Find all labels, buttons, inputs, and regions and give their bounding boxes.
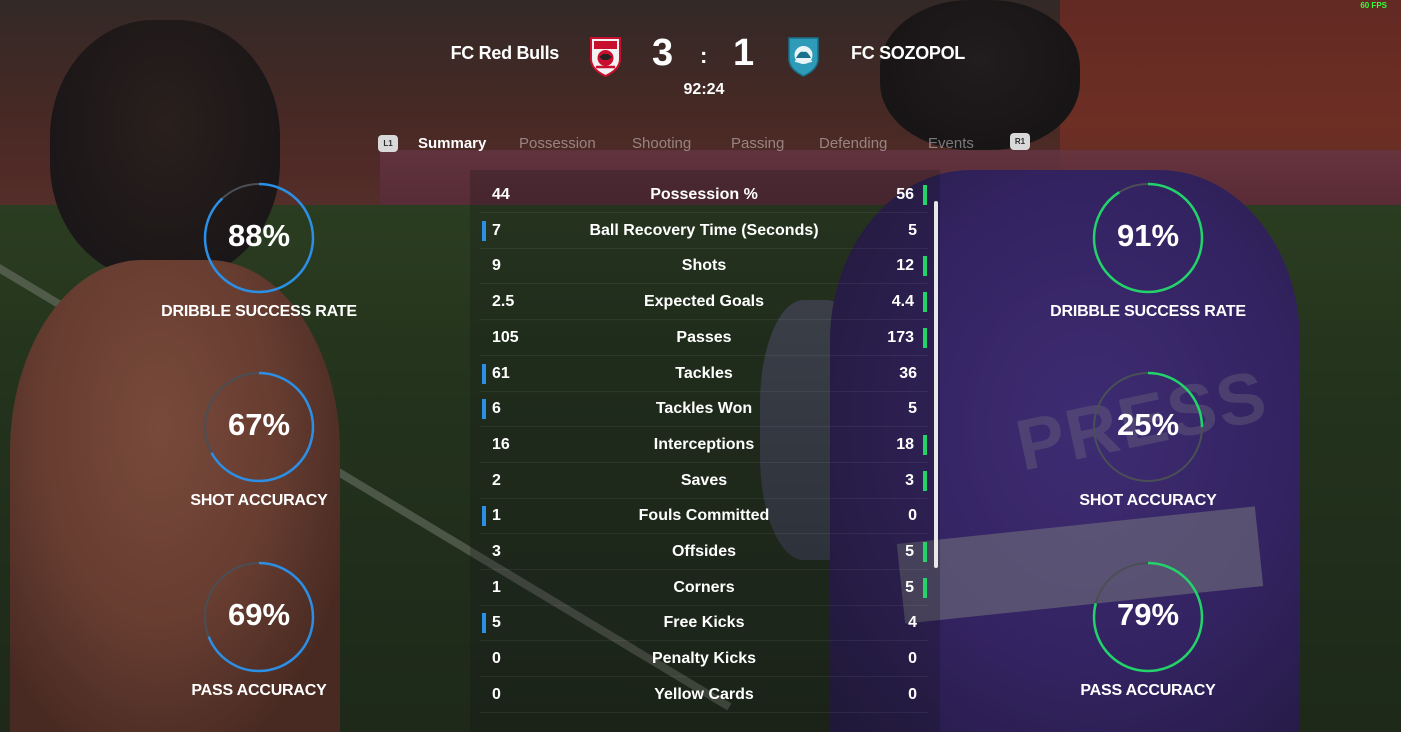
ring-percentage: 79% (1116, 597, 1180, 632)
stat-row: 3 Offsides 5 (480, 534, 928, 570)
ring-percentage: 88% (227, 218, 291, 253)
stat-away-value: 5 (908, 221, 917, 239)
stat-name: Tackles Won (655, 400, 753, 418)
stat-row: 9 Shots 12 (480, 248, 928, 285)
home-ring-gauge: 67% SHOT ACCURACY (139, 370, 379, 509)
stats-tab-bar: L1 (378, 131, 398, 155)
ring-label: SHOT ACCURACY (1079, 492, 1217, 509)
ring-percentage: 67% (227, 407, 291, 442)
stat-row: 61 Tackles 36 (480, 356, 928, 392)
stat-row: 5 Free Kicks 4 (480, 605, 928, 642)
stat-away-value: 3 (905, 471, 914, 489)
away-crest-icon (788, 37, 819, 77)
stat-row: 1 Fouls Committed 0 (480, 498, 928, 535)
stat-away-value: 0 (908, 650, 917, 668)
stat-row: 1 Corners 5 (480, 570, 928, 606)
stat-row: 2.5 Expected Goals 4.4 (480, 284, 928, 321)
stat-name: Fouls Committed (638, 507, 770, 525)
stat-name: Possession % (650, 186, 758, 203)
home-crest-icon (590, 37, 621, 77)
ring-percentage: 25% (1116, 407, 1180, 442)
home-team-name: FC Red Bulls (450, 43, 560, 63)
stat-name: Penalty Kicks (651, 650, 757, 668)
stat-name: Interceptions (653, 435, 755, 453)
stat-away-value: 4.4 (891, 293, 914, 311)
tab-defending[interactable]: Defending (819, 135, 887, 152)
stat-away-value: 36 (899, 364, 917, 382)
stat-row: 16 Interceptions 18 (480, 427, 928, 463)
away-ring-gauge: 79% PASS ACCURACY (1028, 560, 1268, 699)
score-separator: : (700, 43, 708, 68)
tab-events[interactable]: Events (928, 135, 974, 152)
ring-label: SHOT ACCURACY (190, 492, 328, 509)
home-score: 3 (652, 32, 674, 74)
ring-label: DRIBBLE SUCCESS RATE (161, 303, 357, 320)
tab-possession[interactable]: Possession (519, 135, 596, 152)
stat-name: Yellow Cards (654, 685, 754, 703)
away-team-name: FC SOZOPOL (851, 43, 966, 63)
home-ring-gauge: 69% PASS ACCURACY (139, 560, 379, 699)
stat-away-value: 0 (908, 685, 917, 703)
stat-name: Saves (680, 471, 728, 489)
ring-label: PASS ACCURACY (191, 682, 327, 699)
l1-button-icon[interactable]: L1 (378, 134, 398, 152)
stat-away-value: 5 (905, 543, 914, 560)
ring-label: PASS ACCURACY (1080, 682, 1216, 699)
away-ring-gauge: 91% DRIBBLE SUCCESS RATE (1028, 181, 1268, 320)
stat-away-value: 4 (908, 614, 917, 632)
ring-label: DRIBBLE SUCCESS RATE (1050, 303, 1246, 320)
stat-name: Tackles (675, 364, 733, 382)
stat-row: 7 Ball Recovery Time (Seconds) 5 (480, 213, 928, 249)
stat-row: 6 Tackles Won 5 (480, 391, 928, 428)
stat-away-value: 18 (896, 435, 914, 453)
away-ring-gauge: 25% SHOT ACCURACY (1028, 370, 1268, 509)
stat-row: 0 Penalty Kicks 0 (480, 641, 928, 678)
r1-button-icon[interactable]: R1 (1010, 133, 1030, 150)
stat-row: 44 Possession % 56 (480, 177, 928, 213)
stat-away-value: 56 (896, 186, 914, 203)
stat-away-value: 5 (908, 400, 917, 418)
stats-scrollbar[interactable] (934, 201, 938, 568)
fps-counter: 60 FPS (1360, 1, 1387, 10)
away-score: 1 (733, 32, 755, 74)
stat-away-value: 173 (887, 328, 914, 346)
stat-name: Passes (676, 328, 732, 346)
stat-name: Corners (673, 578, 735, 596)
stat-name: Expected Goals (643, 293, 765, 311)
tab-passing[interactable]: Passing (731, 135, 784, 152)
stat-away-value: 5 (905, 578, 914, 596)
home-ring-gauge: 88% DRIBBLE SUCCESS RATE (139, 181, 379, 320)
stat-row: 2 Saves 3 (480, 463, 928, 499)
stat-away-value: 12 (896, 257, 914, 275)
stat-row: 105 Passes 173 (480, 320, 928, 356)
tab-summary[interactable]: Summary (418, 135, 486, 152)
stat-name: Free Kicks (663, 614, 745, 632)
stat-away-value: 0 (908, 507, 917, 525)
stat-row: 0 Yellow Cards 0 (480, 677, 928, 713)
stat-name: Ball Recovery Time (Seconds) (589, 221, 819, 239)
stat-name: Shots (681, 257, 727, 275)
stat-name: Offsides (671, 543, 736, 560)
ring-percentage: 91% (1116, 218, 1180, 253)
ring-percentage: 69% (227, 597, 291, 632)
tab-shooting[interactable]: Shooting (632, 135, 691, 152)
match-clock: 92:24 (683, 81, 725, 98)
